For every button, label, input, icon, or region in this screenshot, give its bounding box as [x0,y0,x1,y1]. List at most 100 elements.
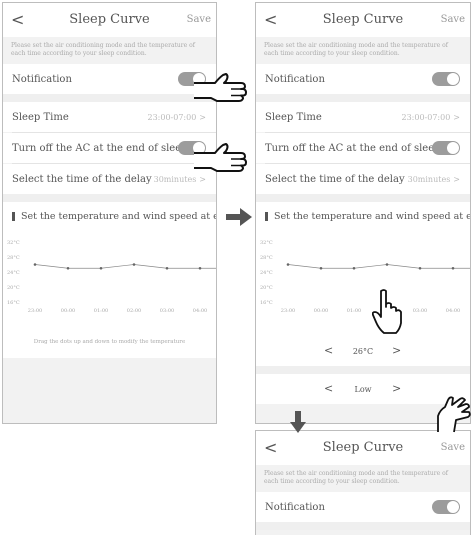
notification-row: Notification [256,492,470,522]
sleep-time-row[interactable]: Sleep Time 23:00-07:00 > [3,102,216,132]
delay-row[interactable]: Select the time of the delay 30minutes > [3,164,216,194]
screen-sleep-curve-1: < Sleep Curve Save Please set the air co… [2,2,217,424]
page-title: Sleep Curve [322,12,404,27]
notification-label: Notification [12,74,72,85]
curve-point[interactable] [198,266,202,270]
save-button[interactable]: Save [187,14,211,25]
notification-toggle[interactable] [432,72,460,86]
hint-text: Please set the air conditioning mode and… [3,37,216,64]
curve-point[interactable] [132,263,136,266]
x-tick-label: 03:00 [413,308,427,314]
notification-row: Notification [256,64,470,94]
notification-label: Notification [265,74,325,85]
curve-point[interactable] [286,263,290,266]
y-tick-label: 16°C [7,300,20,306]
y-tick-label: 28°C [260,255,273,261]
y-tick-label: 24°C [7,270,20,276]
divider [256,522,470,530]
divider [3,194,216,202]
page-title: Sleep Curve [69,12,150,27]
delay-row[interactable]: Select the time of the delay 30minutes > [256,164,470,194]
arrow-right-icon [226,208,252,226]
drag-hint: Drag the dots up and down to modify the … [3,336,216,358]
y-tick-label: 28°C [7,255,20,261]
sleep-time-value: 23:00-07:00 > [147,113,206,122]
sleep-time-label: Sleep Time [265,112,322,123]
y-tick-label: 20°C [260,285,273,291]
curve-point[interactable] [418,266,422,270]
x-tick-label: 04:00 [193,308,207,314]
sleep-curve-line [34,264,216,269]
sleep-curve-svg[interactable]: 32°C28°C24°C20°C16°C23:0000:0001:0002:00… [3,232,217,336]
x-tick-label: 01:00 [94,308,108,314]
temp-increase-button[interactable]: > [392,344,401,357]
sleep-time-value: 23:00-07:00 > [401,113,460,122]
hint-text: Please set the air conditioning mode and… [256,465,470,492]
delay-label: Select the time of the delay [12,174,152,185]
screen-sleep-curve-3: < Sleep Curve Save Please set the air co… [255,430,471,535]
save-button[interactable]: Save [441,442,465,453]
turn-off-toggle[interactable] [432,141,460,155]
delay-value: 30minutes > [407,175,460,184]
temp-section-title: Set the temperature and wind speed at ea… [3,202,216,232]
divider [256,194,470,202]
sleep-time-label: Sleep Time [12,112,69,123]
temp-value: 26°C [352,347,374,356]
temp-section-title: Set the temperature and wind speed at ea… [256,202,470,232]
y-tick-label: 32°C [260,240,273,246]
divider [256,366,470,374]
pointing-hand-icon [372,289,402,334]
header: < Sleep Curve Save [256,3,470,37]
temp-section-label: Set the temperature and wind speed at ea… [21,211,216,222]
turn-off-row: Turn off the AC at the end of sleep [3,133,216,163]
sleep-curve-chart[interactable]: 32°C28°C24°C20°C16°C23:0000:0001:0002:00… [256,232,470,336]
header: < Sleep Curve Save [256,431,470,465]
wind-increase-button[interactable]: > [392,382,401,395]
notification-toggle[interactable] [432,500,460,514]
curve-point[interactable] [319,266,323,270]
turn-off-row: Turn off the AC at the end of sleep [256,133,470,163]
toggle-knob [447,142,459,154]
curve-point[interactable] [451,266,455,270]
hint-text: Please set the air conditioning mode and… [256,37,470,64]
notification-label: Notification [265,502,325,513]
chevron-right-icon: > [453,175,460,184]
x-tick-label: 23:00 [28,308,42,314]
x-tick-label: 03:00 [160,308,174,314]
x-tick-label: 00:00 [314,308,328,314]
page-title: Sleep Curve [322,440,404,455]
delay-value: 30minutes > [153,175,206,184]
y-tick-label: 24°C [260,270,273,276]
sleep-curve-chart[interactable]: 32°C28°C24°C20°C16°C23:0000:0001:0002:00… [3,232,216,336]
x-tick-label: 02:00 [127,308,141,314]
curve-point[interactable] [385,263,389,266]
y-tick-label: 32°C [7,240,20,246]
curve-point[interactable] [352,266,356,270]
temperature-picker: < 26°C > [256,336,470,366]
notification-row: Notification [3,64,216,94]
temp-section-label: Set the temperature and wind speed at ea… [274,211,470,222]
divider [3,94,216,102]
delay-label: Select the time of the delay [265,174,405,185]
section-marker [12,212,15,221]
chevron-right-icon: > [199,113,206,122]
arrow-down-icon [290,411,306,433]
y-tick-label: 20°C [7,285,20,291]
x-tick-label: 04:00 [446,308,460,314]
curve-point[interactable] [99,266,103,270]
curve-point[interactable] [165,266,169,270]
curve-point[interactable] [33,263,37,266]
pointing-hand-icon [437,396,471,433]
sleep-time-row[interactable]: Sleep Time 23:00-07:00 > [256,102,470,132]
x-tick-label: 23:00 [281,308,295,314]
x-tick-label: 01:00 [347,308,361,314]
pointing-hand-icon [194,143,247,172]
screen-sleep-curve-2: < Sleep Curve Save Please set the air co… [255,2,471,424]
curve-point[interactable] [66,266,70,270]
turn-off-label: Turn off the AC at the end of sleep [265,143,441,154]
section-marker [265,212,268,221]
toggle-knob [447,501,459,513]
save-button[interactable]: Save [441,14,465,25]
sleep-curve-svg[interactable]: 32°C28°C24°C20°C16°C23:0000:0001:0002:00… [256,232,471,336]
pointing-hand-icon [194,73,247,102]
